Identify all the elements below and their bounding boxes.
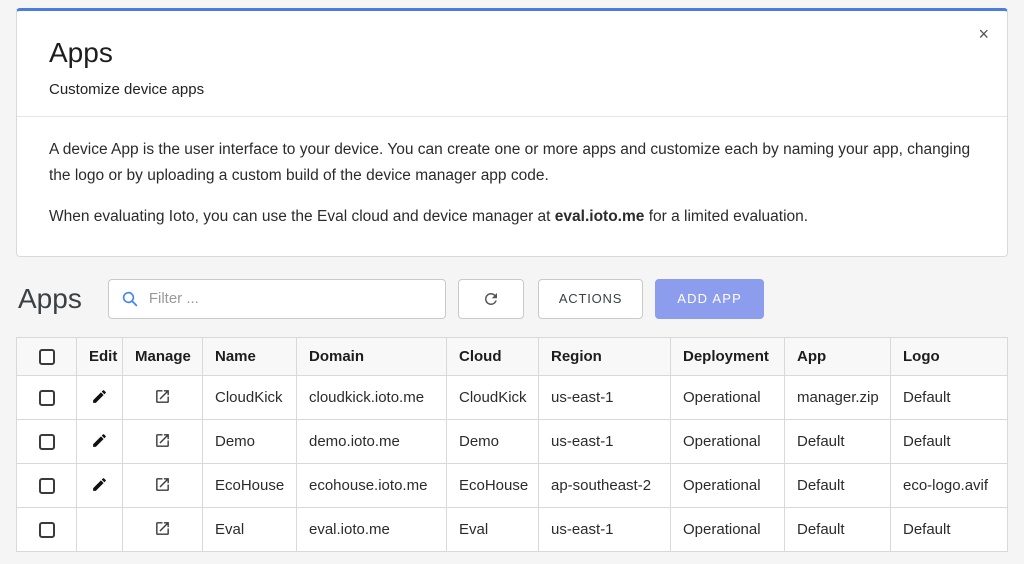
apps-toolbar: Apps ACTIONS ADD APP xyxy=(18,278,1008,319)
name-cell: CloudKick xyxy=(202,374,297,420)
open-in-new-icon xyxy=(156,433,169,447)
apps-table: Edit Manage Name Domain Cloud Region Deploymen… xyxy=(16,336,1008,552)
region-cell: us-east-1 xyxy=(538,418,671,464)
column-header-deployment: Deployment xyxy=(670,336,785,376)
page-title: Apps xyxy=(18,282,82,314)
domain-cell: cloudkick.ioto.me xyxy=(296,374,447,420)
domain-cell: ecohouse.ioto.me xyxy=(296,462,447,508)
domain-cell: eval.ioto.me xyxy=(296,506,447,552)
cloud-cell: Demo xyxy=(446,418,539,464)
open-in-new-icon xyxy=(156,389,169,403)
edit-cell xyxy=(76,374,123,420)
row-checkbox[interactable] xyxy=(38,433,55,450)
pencil-icon xyxy=(93,389,106,403)
manage-button[interactable] xyxy=(152,474,173,495)
refresh-icon xyxy=(484,292,497,305)
table-row: CloudKick cloudkick.ioto.me CloudKick us-ea… xyxy=(16,374,1008,420)
actions-button[interactable]: ACTIONS xyxy=(537,278,644,319)
manage-cell xyxy=(122,462,203,508)
open-in-new-icon xyxy=(156,477,169,491)
table-row: Eval eval.ioto.me Eval us-east-1 Operational… xyxy=(16,506,1008,552)
filter-input[interactable] xyxy=(148,290,435,308)
manage-cell xyxy=(122,506,203,552)
domain-cell: demo.ioto.me xyxy=(296,418,447,464)
edit-cell xyxy=(76,462,123,508)
app-cell: Default xyxy=(784,506,891,552)
cloud-cell: CloudKick xyxy=(446,374,539,420)
logo-cell: Default xyxy=(890,374,1008,420)
deployment-cell: Operational xyxy=(670,506,785,552)
app-cell: Default xyxy=(784,462,891,508)
name-cell: Eval xyxy=(202,506,297,552)
card-paragraph-2: When evaluating Ioto, you can use the Ev… xyxy=(49,204,975,230)
pencil-icon xyxy=(93,477,106,491)
edit-button[interactable] xyxy=(89,386,110,407)
filter-box xyxy=(107,278,446,319)
region-cell: us-east-1 xyxy=(538,506,671,552)
column-header-domain: Domain xyxy=(296,336,447,376)
card-subtitle: Customize device apps xyxy=(49,81,205,98)
add-app-button[interactable]: ADD APP xyxy=(655,278,764,319)
row-checkbox[interactable] xyxy=(38,389,55,406)
column-header-region: Region xyxy=(538,336,671,376)
column-header-name: Name xyxy=(202,336,297,376)
edit-cell xyxy=(76,418,123,464)
logo-cell: Default xyxy=(890,506,1008,552)
eval-domain-text: eval.ioto.me xyxy=(554,208,645,226)
row-select-cell xyxy=(16,462,77,508)
manage-cell xyxy=(122,418,203,464)
card-paragraph-2-suffix: for a limited evaluation. xyxy=(644,208,809,226)
deployment-cell: Operational xyxy=(670,462,785,508)
name-cell: EcoHouse xyxy=(202,462,297,508)
row-select-cell xyxy=(16,506,77,552)
manage-cell xyxy=(122,374,203,420)
table-header-row: Edit Manage Name Domain Cloud Region Deploymen… xyxy=(16,336,1008,376)
manage-button[interactable] xyxy=(152,430,173,451)
card-paragraph-1: A device App is the user interface to yo… xyxy=(49,141,971,184)
apps-info-card: × Apps Customize device apps A device Ap… xyxy=(16,8,1008,257)
app-cell: manager.zip xyxy=(784,374,891,420)
select-all-checkbox[interactable] xyxy=(38,348,55,365)
deployment-cell: Operational xyxy=(670,374,785,420)
table-row: Demo demo.ioto.me Demo us-east-1 Operational… xyxy=(16,418,1008,464)
card-header: Apps Customize device apps xyxy=(17,11,1007,117)
column-header-edit: Edit xyxy=(76,336,123,376)
app-cell: Default xyxy=(784,418,891,464)
manage-button[interactable] xyxy=(152,386,173,407)
pencil-icon xyxy=(93,433,106,447)
search-icon xyxy=(122,291,138,306)
card-body: A device App is the user interface to yo… xyxy=(17,117,1007,256)
deployment-cell: Operational xyxy=(670,418,785,464)
refresh-button[interactable] xyxy=(457,278,524,319)
close-icon[interactable]: × xyxy=(978,25,989,43)
name-cell: Demo xyxy=(202,418,297,464)
column-header-cloud: Cloud xyxy=(446,336,539,376)
table-row: EcoHouse ecohouse.ioto.me EcoHouse ap-south… xyxy=(16,462,1008,508)
open-in-new-icon xyxy=(156,521,169,535)
region-cell: us-east-1 xyxy=(538,374,671,420)
edit-button[interactable] xyxy=(89,474,110,495)
row-select-cell xyxy=(16,374,77,420)
row-checkbox[interactable] xyxy=(38,521,55,538)
logo-cell: eco-logo.avif xyxy=(890,462,1008,508)
cloud-cell: EcoHouse xyxy=(446,462,539,508)
card-title: Apps xyxy=(49,37,113,68)
select-all-header-cell xyxy=(16,336,77,376)
logo-cell: Default xyxy=(890,418,1008,464)
edit-cell xyxy=(76,506,123,552)
column-header-manage: Manage xyxy=(122,336,203,376)
region-cell: ap-southeast-2 xyxy=(538,462,671,508)
card-paragraph-2-prefix: When evaluating Ioto, you can use the Ev… xyxy=(49,208,555,226)
column-header-app: App xyxy=(784,336,891,376)
row-select-cell xyxy=(16,418,77,464)
manage-button[interactable] xyxy=(152,518,173,539)
cloud-cell: Eval xyxy=(446,506,539,552)
column-header-logo: Logo xyxy=(890,336,1008,376)
edit-button[interactable] xyxy=(89,430,110,451)
row-checkbox[interactable] xyxy=(38,477,55,494)
